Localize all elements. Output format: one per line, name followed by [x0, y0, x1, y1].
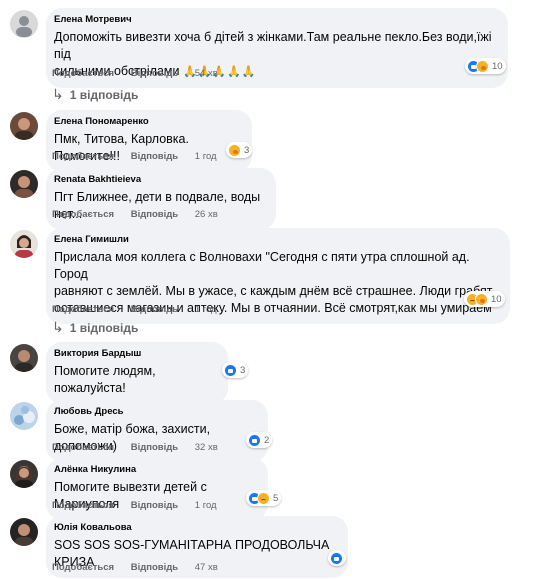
reply-button[interactable]: Відповідь: [131, 151, 178, 163]
like-button[interactable]: Подобається: [52, 68, 114, 80]
reaction-count: 3: [244, 144, 250, 156]
avatar[interactable]: [10, 170, 38, 198]
comment-actions: Подобається Відповідь 47 хв: [52, 562, 218, 574]
reply-button[interactable]: Відповідь: [131, 68, 178, 80]
reply-arrow-icon: ↳: [52, 319, 64, 335]
comment-time[interactable]: 47 хв: [195, 562, 218, 574]
comment-actions: Подобається Відповідь 1 год: [52, 304, 217, 316]
replies-count: 1 відповідь: [69, 87, 139, 102]
like-button[interactable]: Подобається: [52, 209, 114, 221]
comment-author[interactable]: Елена Пономаренко: [54, 116, 242, 128]
comment-time[interactable]: 1 год: [195, 500, 217, 512]
comment-author[interactable]: Renata Bakhtieieva: [54, 174, 266, 186]
care-reaction-icon: [476, 59, 489, 73]
comment-time[interactable]: 54 хв: [195, 68, 218, 80]
reaction-summary[interactable]: 3: [222, 362, 249, 378]
comment-time[interactable]: 26 хв: [195, 209, 218, 221]
comment-time[interactable]: 1 год: [195, 304, 217, 316]
avatar[interactable]: [10, 344, 38, 372]
comment-text-line: Прислала моя коллега с Волновахи "Сегодн…: [54, 250, 470, 281]
reaction-count: 5: [273, 492, 279, 504]
care-reaction-icon: [475, 292, 488, 306]
comment-text-line: равняют с землёй. Мы в ужасе, с каждым д…: [54, 284, 493, 298]
reaction-count: 10: [491, 293, 502, 305]
avatar[interactable]: [10, 230, 38, 258]
reply-button[interactable]: Відповідь: [131, 500, 178, 512]
reaction-summary[interactable]: 10: [464, 291, 505, 307]
comment-author[interactable]: Юлія Ковальова: [54, 522, 338, 534]
comment-time[interactable]: 1 год: [195, 151, 217, 163]
reaction-summary[interactable]: 5: [246, 490, 282, 506]
care-reaction-icon: [228, 143, 241, 157]
reaction-summary[interactable]: 10: [465, 58, 506, 74]
view-replies-link[interactable]: ↳ 1 відповідь: [52, 86, 138, 103]
comment-time[interactable]: 32 хв: [195, 442, 218, 454]
like-button[interactable]: Подобається: [52, 442, 114, 454]
reaction-count: 3: [240, 364, 246, 376]
comment-actions: Подобається Відповідь 26 хв: [52, 209, 218, 221]
avatar[interactable]: [10, 112, 38, 140]
reaction-count: 10: [492, 60, 503, 72]
reply-button[interactable]: Відповідь: [131, 442, 178, 454]
avatar[interactable]: [10, 402, 38, 430]
reaction-summary[interactable]: 3: [226, 142, 253, 158]
reaction-summary[interactable]: [328, 550, 346, 566]
sad-reaction-icon: [257, 491, 270, 505]
reaction-count: 2: [264, 434, 270, 446]
like-reaction-icon: [224, 363, 237, 377]
comment-author[interactable]: Виктория Бардыш: [54, 348, 218, 360]
comment-author[interactable]: Елена Мотревич: [54, 14, 498, 26]
comment-actions: Подобається Відповідь 1 год: [52, 151, 217, 163]
like-button[interactable]: Подобається: [52, 562, 114, 574]
reply-button[interactable]: Відповідь: [131, 562, 178, 574]
comment-text: Помогите людям, пожалуйста!: [54, 364, 156, 395]
comment-author[interactable]: Елена Гимишли: [54, 234, 500, 246]
reply-button[interactable]: Відповідь: [131, 304, 178, 316]
reply-arrow-icon: ↳: [52, 86, 64, 102]
like-button[interactable]: Подобається: [52, 304, 114, 316]
comment-actions: Подобається Відповідь 54 хв: [52, 68, 218, 80]
comment-actions: Подобається Відповідь 1 год: [52, 500, 217, 512]
view-replies-link[interactable]: ↳ 1 відповідь: [52, 319, 138, 336]
replies-count: 1 відповідь: [69, 320, 139, 335]
comment-author[interactable]: Любовь Дресь: [54, 406, 258, 418]
avatar[interactable]: [10, 518, 38, 546]
avatar[interactable]: [10, 10, 38, 38]
comment-author[interactable]: Алёнка Никулина: [54, 464, 258, 476]
comment-text-line: Допоможіть вивезти хоча б дітей з жінкам…: [54, 30, 492, 61]
reply-button[interactable]: Відповідь: [131, 209, 178, 221]
comment-bubble: Виктория Бардыш Помогите людям, пожалуйс…: [46, 342, 228, 404]
like-button[interactable]: Подобається: [52, 500, 114, 512]
like-reaction-icon: [248, 433, 261, 447]
comment-actions: Подобається Відповідь 32 хв: [52, 442, 218, 454]
like-button[interactable]: Подобається: [52, 151, 114, 163]
like-reaction-icon: [330, 551, 343, 565]
reaction-summary[interactable]: 2: [246, 432, 273, 448]
avatar[interactable]: [10, 460, 38, 488]
